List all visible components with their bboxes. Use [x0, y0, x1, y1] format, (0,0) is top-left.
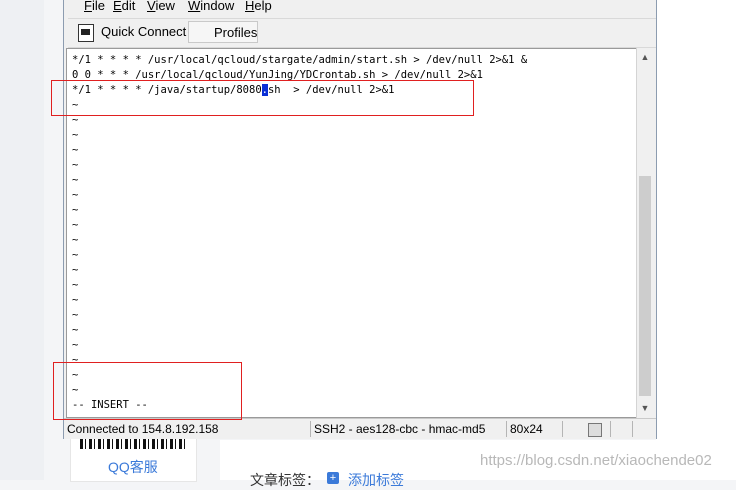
scroll-down-arrow-icon[interactable]: ▼ — [640, 403, 650, 413]
tilde-line: ~ — [72, 309, 79, 321]
tilde-line: ~ — [72, 144, 79, 156]
connection-status: Connected to 154.8.192.158 — [67, 422, 219, 436]
quick-connect-button[interactable]: Quick Connect — [101, 21, 186, 43]
add-tag-link[interactable]: 添加标签 — [348, 470, 404, 490]
profiles-button[interactable]: Profiles — [188, 21, 258, 43]
article-tags-label: 文章标签： — [250, 472, 320, 488]
scroll-up-arrow-icon[interactable]: ▲ — [640, 52, 650, 62]
plus-icon[interactable]: + — [327, 472, 339, 484]
status-empty-cell — [610, 421, 632, 437]
tilde-line: ~ — [72, 129, 79, 141]
tilde-line: ~ — [72, 159, 79, 171]
menu-file[interactable]: File — [84, 0, 105, 13]
menu-bar: File Edit View Window Help — [64, 0, 656, 16]
terminal-line: */1 * * * * /usr/local/qcloud/stargate/a… — [72, 54, 528, 66]
tilde-line: ~ — [72, 324, 79, 336]
status-empty-cell — [632, 421, 654, 437]
background-left-panel — [0, 0, 44, 480]
toolbar: Quick Connect Profiles — [68, 18, 656, 48]
tilde-line: ~ — [72, 204, 79, 216]
tilde-line: ~ — [72, 339, 79, 351]
qq-service-link[interactable]: QQ客服 — [108, 457, 158, 477]
highlight-box-cron-line — [51, 80, 474, 116]
menu-edit[interactable]: Edit — [113, 0, 135, 13]
tilde-line: ~ — [72, 294, 79, 306]
tilde-line: ~ — [72, 189, 79, 201]
menu-help[interactable]: Help — [245, 0, 272, 13]
scrollbar-thumb[interactable] — [639, 176, 651, 396]
lock-icon — [588, 423, 602, 437]
tilde-line: ~ — [72, 249, 79, 261]
highlight-box-insert-mode — [53, 362, 242, 420]
tilde-line: ~ — [72, 279, 79, 291]
tilde-line: ~ — [72, 234, 79, 246]
tilde-line: ~ — [72, 219, 79, 231]
terminal-size: 80x24 — [506, 421, 560, 437]
vertical-scrollbar[interactable]: ▲ ▼ — [636, 48, 653, 418]
watermark: https://blog.csdn.net/xiaochende02 — [480, 452, 712, 469]
menu-view[interactable]: View — [147, 0, 175, 13]
menu-window[interactable]: Window — [188, 0, 234, 13]
quick-connect-icon[interactable] — [78, 24, 94, 42]
tilde-line: ~ — [72, 174, 79, 186]
background-right-panel — [656, 0, 736, 480]
tilde-line: ~ — [72, 264, 79, 276]
cipher-status: SSH2 - aes128-cbc - hmac-md5 — [310, 421, 504, 437]
status-bar: Connected to 154.8.192.158 SSH2 - aes128… — [64, 418, 656, 439]
status-empty-cell — [562, 421, 586, 437]
